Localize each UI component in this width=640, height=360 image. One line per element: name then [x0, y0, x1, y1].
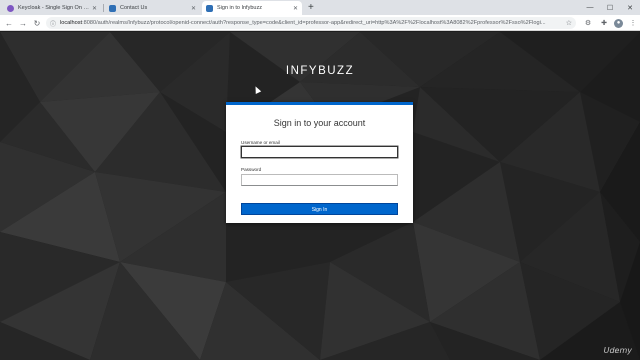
page-favicon-icon [109, 4, 116, 12]
close-icon[interactable]: ✕ [92, 5, 97, 12]
back-icon[interactable]: ← [3, 17, 15, 29]
tab-divider [103, 4, 104, 12]
close-icon[interactable]: ✕ [293, 5, 298, 12]
sign-in-button[interactable]: Sign In [241, 203, 398, 215]
password-label: Password [241, 167, 262, 172]
login-page: INFYBUZZ Sign in to your account Usernam… [0, 32, 640, 360]
extensions-icon[interactable]: ✚ [598, 17, 610, 29]
username-label: Username or email [241, 140, 280, 145]
login-card: Sign in to your account Username or emai… [226, 102, 413, 223]
profile-avatar-icon[interactable]: ● [614, 18, 623, 28]
menu-kebab-icon[interactable]: ⋮ [627, 17, 639, 29]
maximize-icon[interactable]: ☐ [600, 0, 620, 15]
url-host: localhost [60, 20, 83, 26]
tab-title: Contact Us [120, 5, 148, 11]
address-bar[interactable]: ⓘ localhost:8080/auth/realms/Infybuzz/pr… [46, 17, 576, 29]
forward-icon[interactable]: → [17, 17, 29, 29]
url-rest: :8080/auth/realms/Infybuzz/protocol/open… [82, 20, 546, 26]
tab-contact-us[interactable]: Contact Us ✕ [105, 1, 200, 15]
site-info-icon[interactable]: ⓘ [50, 19, 56, 28]
login-card-title: Sign in to your account [273, 118, 366, 128]
minimize-icon[interactable]: — [580, 0, 600, 15]
tab-sign-in-infybuzz[interactable]: Sign in to Infybuzz ✕ [202, 1, 302, 15]
tab-title: Keycloak - Single Sign On with S [18, 5, 89, 11]
close-icon[interactable]: ✕ [191, 5, 196, 12]
settings-icon[interactable]: ⚙ [582, 17, 594, 29]
close-window-icon[interactable]: ✕ [620, 0, 640, 15]
tab-keycloak[interactable]: Keycloak - Single Sign On with S ✕ [3, 1, 101, 15]
brand-title: INFYBUZZ [285, 65, 355, 77]
bookmark-star-icon[interactable]: ☆ [562, 19, 572, 27]
page-favicon-icon [206, 4, 213, 12]
address-url: localhost:8080/auth/realms/Infybuzz/prot… [60, 20, 546, 26]
reload-icon[interactable]: ↻ [31, 17, 43, 29]
browser-toolbar: ← → ↻ ⓘ localhost:8080/auth/realms/Infyb… [0, 15, 640, 31]
udemy-watermark: Udemy [603, 346, 632, 355]
tab-strip: Keycloak - Single Sign On with S ✕ Conta… [0, 0, 640, 15]
password-input[interactable] [241, 174, 398, 186]
username-input[interactable] [241, 146, 398, 158]
keycloak-favicon-icon [7, 4, 14, 12]
new-tab-button[interactable]: + [308, 1, 314, 14]
tab-title: Sign in to Infybuzz [217, 5, 262, 11]
